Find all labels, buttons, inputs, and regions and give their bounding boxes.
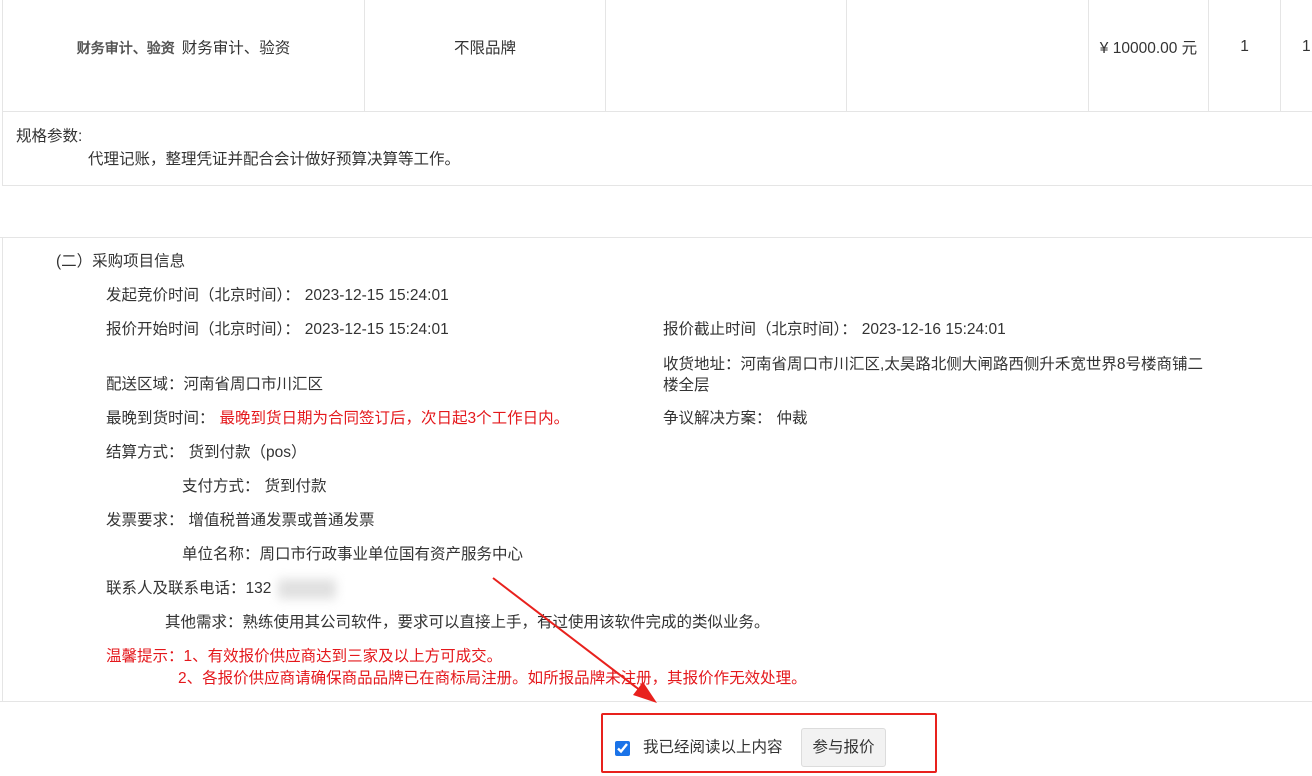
tips-line-1: 温馨提示：1、有效报价供应商达到三家及以上方可成交。: [106, 647, 502, 667]
product-table: 财务审计、验资 财务审计、验资 不限品牌 ¥ 10000.00 元 1 1 规格参…: [2, 0, 1312, 186]
cell-price: ¥ 10000.00 元: [1089, 0, 1209, 111]
field-value: 2023-12-16 15:24:01: [861, 321, 1006, 338]
section-left-border: [2, 237, 3, 702]
field-quote-start-time: 报价开始时间（北京时间）： 2023-12-15 15:24:01: [106, 320, 449, 340]
cell-empty-2: [847, 0, 1089, 111]
field-label: 发起竞价时间（北京时间）：: [106, 287, 300, 304]
field-label: 单位名称：: [182, 546, 260, 563]
field-unit-name: 单位名称：周口市行政事业单位国有资产服务中心: [182, 545, 523, 565]
field-value: 河南省周口市川汇区: [183, 376, 324, 393]
agree-label[interactable]: 我已经阅读以上内容: [643, 738, 783, 758]
field-label: 配送区域：: [106, 376, 184, 393]
field-label: 发票要求：: [106, 512, 184, 529]
field-value: 2023-12-15 15:24:01: [304, 321, 449, 338]
section-bottom-divider: [0, 701, 1312, 702]
field-label: 收货地址：: [663, 356, 741, 373]
cell-empty-1: [606, 0, 847, 111]
spec-params-text: 代理记账，整理凭证并配合会计做好预算决算等工作。: [88, 151, 461, 168]
field-value: 周口市行政事业单位国有资产服务中心: [259, 546, 524, 563]
field-value: 增值税普通发票或普通发票: [188, 512, 375, 529]
field-value: 2023-12-15 15:24:01: [304, 287, 449, 304]
field-label: 报价截止时间（北京时间）：: [663, 321, 857, 338]
item-quantity: 1: [1240, 37, 1249, 55]
item-brand: 不限品牌: [453, 39, 516, 57]
product-row: 财务审计、验资 财务审计、验资 不限品牌 ¥ 10000.00 元 1 1: [3, 0, 1312, 112]
item-price: ¥ 10000.00 元: [1099, 39, 1198, 57]
field-label: 争议解决方案：: [663, 410, 772, 427]
field-payment: 支付方式： 货到付款: [182, 477, 327, 497]
tips-item: 1、有效报价供应商达到三家及以上方可成交。: [183, 648, 503, 665]
field-bid-start-time: 发起竞价时间（北京时间）： 2023-12-15 15:24:01: [106, 286, 449, 306]
field-delivery-address: 收货地址：河南省周口市川汇区,太昊路北侧大闸路西侧升禾宽世界8号楼商铺二楼全层: [663, 354, 1211, 396]
field-contact: 联系人及联系电话：132: [106, 579, 271, 599]
field-dispute-resolution: 争议解决方案： 仲裁: [663, 409, 808, 429]
cell-quantity: 1: [1209, 0, 1281, 111]
field-value: 132: [245, 580, 272, 597]
field-latest-delivery: 最晚到货时间： 最晚到货日期为合同签订后，次日起3个工作日内。: [106, 409, 569, 429]
field-label: 支付方式：: [182, 478, 260, 495]
tips-line-2: 2、各报价供应商请确保商品品牌已在商标局注册。如所报品牌未注册，其报价作无效处理…: [178, 669, 807, 689]
field-value: 仲裁: [776, 410, 808, 427]
item-name: 财务审计、验资: [181, 39, 291, 57]
tips-label: 温馨提示：: [106, 648, 184, 665]
cell-next-column: 1: [1281, 0, 1312, 111]
field-label: 结算方式：: [106, 444, 184, 461]
section-top-divider: [0, 237, 1312, 238]
field-invoice: 发票要求： 增值税普通发票或普通发票: [106, 511, 375, 531]
field-value: 河南省周口市川汇区,太昊路北侧大闸路西侧升禾宽世界8号楼商铺二楼全层: [663, 356, 1203, 394]
field-value: 货到付款（pos）: [188, 444, 307, 461]
section-title: (二）采购项目信息: [56, 253, 186, 270]
item-next-column-value: 1: [1302, 37, 1311, 55]
redacted-phone-blur: [278, 579, 336, 599]
field-other-requirements: 其他需求：熟练使用其公司软件，要求可以直接上手，有过使用该软件完成的类似业务。: [165, 613, 770, 633]
field-delivery-area: 配送区域：河南省周口市川汇区: [106, 375, 323, 395]
field-quote-deadline: 报价截止时间（北京时间）： 2023-12-16 15:24:01: [663, 320, 1006, 340]
field-label: 联系人及联系电话：: [106, 580, 246, 597]
cell-item-name: 财务审计、验资 财务审计、验资: [3, 0, 365, 111]
field-value: 货到付款: [264, 478, 327, 495]
field-label: 报价开始时间（北京时间）：: [106, 321, 300, 338]
spec-params-label: 规格参数:: [16, 128, 83, 145]
cell-brand: 不限品牌: [365, 0, 606, 111]
agree-checkbox[interactable]: [615, 741, 630, 756]
field-value: 熟练使用其公司软件，要求可以直接上手，有过使用该软件完成的类似业务。: [242, 614, 770, 631]
field-label: 最晚到货时间：: [106, 410, 215, 427]
submit-quote-button[interactable]: 参与报价: [801, 728, 886, 767]
tips-item: 2、各报价供应商请确保商品品牌已在商标局注册。如所报品牌未注册，其报价作无效处理…: [178, 670, 807, 687]
item-category-tag: 财务审计、验资: [76, 39, 175, 56]
field-settlement: 结算方式： 货到付款（pos）: [106, 443, 307, 463]
procurement-page: 财务审计、验资 财务审计、验资 不限品牌 ¥ 10000.00 元 1 1 规格参…: [0, 0, 1312, 776]
field-label: 其他需求：: [165, 614, 243, 631]
field-value: 最晚到货日期为合同签订后，次日起3个工作日内。: [219, 410, 570, 427]
